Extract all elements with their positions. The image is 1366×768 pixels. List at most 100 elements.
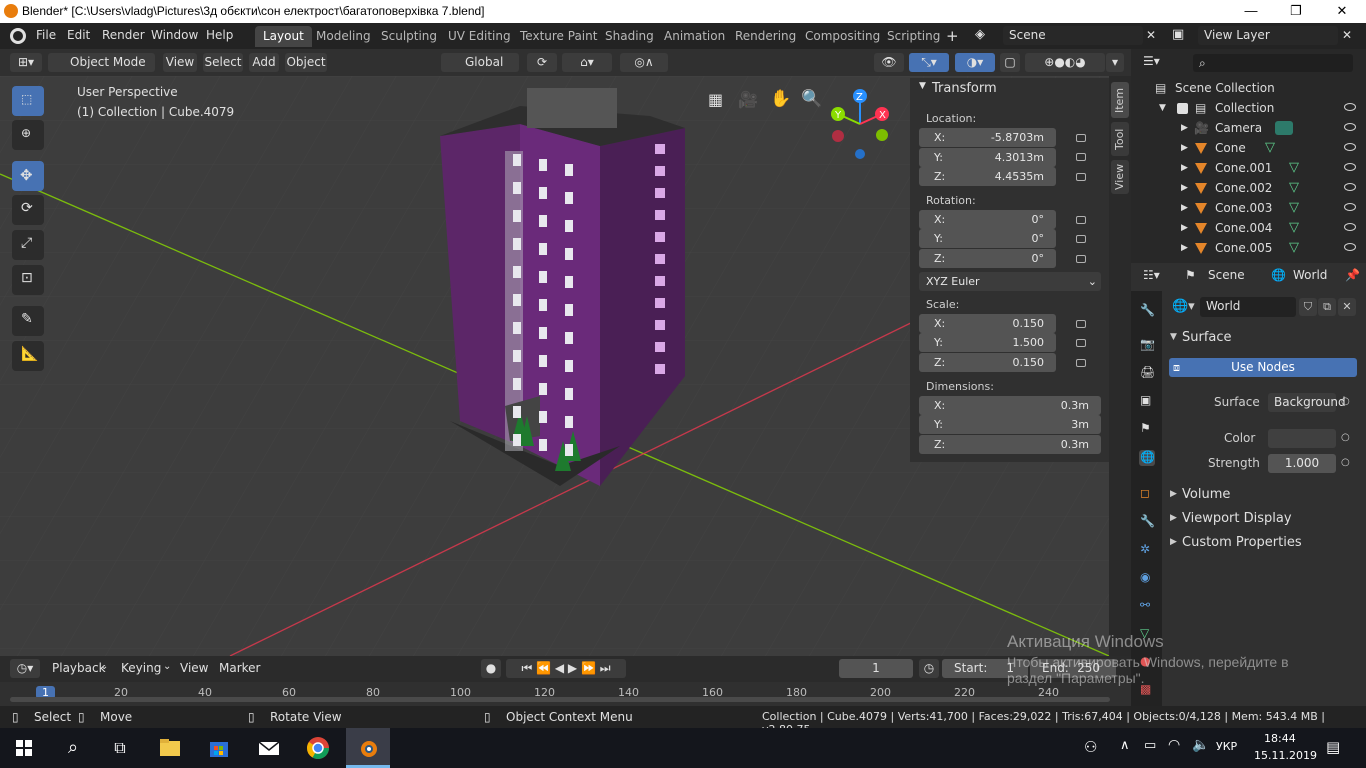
- tab-modeling[interactable]: Modeling: [308, 26, 379, 47]
- remove-scene-icon[interactable]: ✕: [1146, 28, 1156, 42]
- outliner-collection[interactable]: ▼ ▤ Collection: [1131, 98, 1366, 118]
- pin-icon[interactable]: 📌: [1345, 268, 1360, 282]
- breadcrumb-scene[interactable]: Scene: [1208, 268, 1245, 282]
- checkbox-icon[interactable]: [1177, 103, 1188, 114]
- task-view-icon[interactable]: ⧉: [106, 734, 134, 762]
- outliner-editor-icon[interactable]: ☰▾: [1143, 54, 1160, 68]
- remove-view-layer-icon[interactable]: ✕: [1342, 28, 1352, 42]
- tab-sculpting[interactable]: Sculpting: [373, 26, 445, 47]
- scene-properties-icon[interactable]: ⚑: [1139, 421, 1155, 437]
- scene-name-field[interactable]: Scene: [1003, 26, 1143, 45]
- outliner-item-cone-004[interactable]: ▶ Cone.004 ▽: [1131, 218, 1366, 238]
- playback-menu[interactable]: Playback: [52, 661, 106, 675]
- scale-tool[interactable]: ⤢: [12, 230, 44, 260]
- fake-user-shield-icon[interactable]: ⛉: [1299, 298, 1317, 316]
- rotation-z-field[interactable]: Z: 0°: [919, 249, 1056, 268]
- playback-controls[interactable]: ⏮ ⏪ ◀ ▶ ⏩ ⏭: [506, 659, 626, 678]
- volume-section-header[interactable]: Volume: [1182, 487, 1230, 502]
- expand-arrow-icon[interactable]: ▼: [1170, 332, 1177, 342]
- notifications-icon[interactable]: ▤: [1326, 738, 1340, 756]
- add-menu[interactable]: Add: [249, 53, 279, 72]
- camera-view-icon[interactable]: 🎥: [738, 90, 758, 109]
- start-windows-icon[interactable]: [10, 734, 38, 762]
- physics-properties-icon[interactable]: ◉: [1139, 570, 1155, 586]
- navigation-gizmo[interactable]: Z X Y: [826, 88, 896, 163]
- dimensions-z-field[interactable]: Z: 0.3m: [919, 435, 1101, 454]
- eye-icon[interactable]: [1344, 163, 1356, 171]
- rotation-y-field[interactable]: Y: 0°: [919, 229, 1056, 248]
- snap-icon[interactable]: ⌂▾: [562, 53, 612, 72]
- rotate-tool[interactable]: ⟳: [12, 195, 44, 225]
- render-properties-icon[interactable]: 📷: [1139, 337, 1155, 353]
- lock-icon[interactable]: [1076, 255, 1086, 263]
- menu-file[interactable]: File: [36, 28, 56, 42]
- shading-modes-icon[interactable]: ⊕●◐◕: [1025, 53, 1105, 72]
- outliner-scene-collection[interactable]: ▤ Scene Collection: [1131, 78, 1366, 98]
- outliner-item-camera[interactable]: ▶ 🎥 Camera: [1131, 118, 1366, 138]
- language-indicator[interactable]: УКР: [1216, 740, 1237, 753]
- dimensions-x-field[interactable]: X: 0.3m: [919, 396, 1101, 415]
- eye-icon[interactable]: [1344, 103, 1356, 111]
- surface-shader-field[interactable]: Background: [1268, 393, 1346, 412]
- rotation-x-field[interactable]: X: 0°: [919, 210, 1056, 229]
- color-swatch[interactable]: [1268, 429, 1336, 448]
- shading-options-icon[interactable]: ▾: [1106, 53, 1124, 72]
- strength-field[interactable]: 1.000: [1268, 454, 1336, 473]
- location-z-field[interactable]: Z: 4.4535m: [919, 167, 1056, 186]
- add-workspace-icon[interactable]: +: [946, 27, 959, 45]
- cursor-tool[interactable]: ⊕: [12, 120, 44, 150]
- tab-uv-editing[interactable]: UV Editing: [440, 26, 519, 47]
- tab-item[interactable]: Item: [1111, 82, 1129, 118]
- search-icon[interactable]: ⌕: [59, 734, 87, 762]
- transform-tool[interactable]: ⊡: [12, 265, 44, 295]
- wifi-icon[interactable]: ◠: [1168, 737, 1180, 753]
- eye-icon[interactable]: [1344, 143, 1356, 151]
- eye-icon[interactable]: [1344, 243, 1356, 251]
- scene-selector-icon[interactable]: ◈: [975, 27, 985, 42]
- maximize-button[interactable]: ❐: [1273, 0, 1319, 23]
- show-hidden-icons-chevron-icon[interactable]: ∧: [1120, 738, 1130, 753]
- expand-arrow-icon[interactable]: ▶: [1170, 537, 1177, 547]
- expand-arrow-icon[interactable]: ▼: [1159, 98, 1166, 118]
- properties-editor-icon[interactable]: ☷▾: [1143, 268, 1160, 282]
- view-menu[interactable]: View: [163, 53, 197, 72]
- timeline-editor-icon[interactable]: ◷▾: [10, 659, 40, 678]
- socket-icon[interactable]: ○: [1341, 396, 1350, 407]
- lock-icon[interactable]: [1076, 173, 1086, 181]
- editor-type-icon[interactable]: ⊞▾: [10, 53, 42, 72]
- tab-animation[interactable]: Animation: [656, 26, 733, 47]
- lock-icon[interactable]: [1076, 339, 1086, 347]
- custom-properties-section-header[interactable]: Custom Properties: [1182, 535, 1302, 550]
- expand-arrow-icon[interactable]: ▶: [1181, 178, 1188, 198]
- zoom-icon[interactable]: 🔍: [801, 89, 822, 109]
- clock-time[interactable]: 18:44: [1264, 732, 1296, 745]
- modifier-properties-icon[interactable]: 🔧: [1139, 514, 1155, 530]
- file-explorer-icon[interactable]: [156, 734, 184, 762]
- tab-view[interactable]: View: [1111, 160, 1129, 194]
- expand-arrow-icon[interactable]: ▶: [1181, 238, 1188, 258]
- clock-date[interactable]: 15.11.2019: [1254, 749, 1317, 762]
- pivot-icon[interactable]: ⟳: [527, 53, 557, 72]
- chrome-icon[interactable]: [304, 734, 332, 762]
- menu-window[interactable]: Window: [151, 28, 198, 42]
- orientation-dropdown[interactable]: Global: [441, 53, 519, 72]
- timeline-view-menu[interactable]: View: [180, 661, 208, 675]
- world-name-field[interactable]: World: [1200, 297, 1296, 317]
- scale-z-field[interactable]: Z: 0.150: [919, 353, 1056, 372]
- eye-icon[interactable]: [1344, 203, 1356, 211]
- lock-icon[interactable]: [1076, 235, 1086, 243]
- rotation-mode-dropdown[interactable]: XYZ Euler ⌄: [919, 272, 1101, 291]
- tab-scripting[interactable]: Scripting: [879, 26, 948, 47]
- view-layer-properties-icon[interactable]: ▣: [1139, 393, 1155, 409]
- location-x-field[interactable]: X: -5.8703m: [919, 128, 1056, 147]
- battery-icon[interactable]: ▭: [1144, 738, 1156, 753]
- outliner-item-cone[interactable]: ▶ Cone ▽: [1131, 138, 1366, 158]
- ortho-toggle-icon[interactable]: ▦: [708, 90, 723, 109]
- breadcrumb-world[interactable]: World: [1293, 268, 1327, 282]
- surface-section-header[interactable]: Surface: [1182, 330, 1232, 345]
- outliner-item-cone-003[interactable]: ▶ Cone.003 ▽: [1131, 198, 1366, 218]
- particles-properties-icon[interactable]: ✲: [1139, 542, 1155, 558]
- lock-icon[interactable]: [1076, 134, 1086, 142]
- duplicate-icon[interactable]: ⧉: [1318, 298, 1336, 316]
- eye-icon[interactable]: [1344, 183, 1356, 191]
